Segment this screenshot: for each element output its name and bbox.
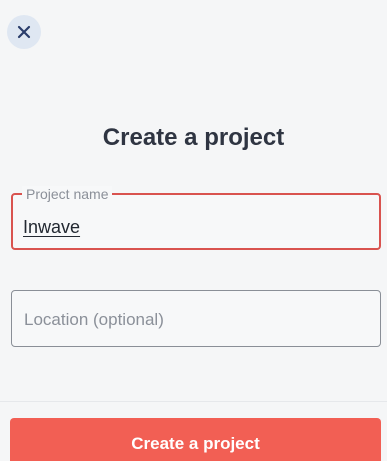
location-field[interactable]: Location (optional) bbox=[11, 290, 381, 347]
project-name-value[interactable]: Inwave bbox=[23, 217, 80, 237]
close-button[interactable] bbox=[7, 15, 41, 49]
footer-divider bbox=[0, 401, 387, 402]
project-name-field[interactable]: Project name Inwave bbox=[11, 186, 381, 250]
create-project-button[interactable]: Create a project bbox=[10, 418, 381, 461]
page-title: Create a project bbox=[102, 124, 285, 151]
location-placeholder: Location (optional) bbox=[24, 310, 164, 329]
create-project-screen: Create a project Project name Inwave Loc… bbox=[0, 0, 387, 461]
project-name-label: Project name bbox=[22, 186, 113, 202]
close-icon bbox=[17, 25, 31, 39]
